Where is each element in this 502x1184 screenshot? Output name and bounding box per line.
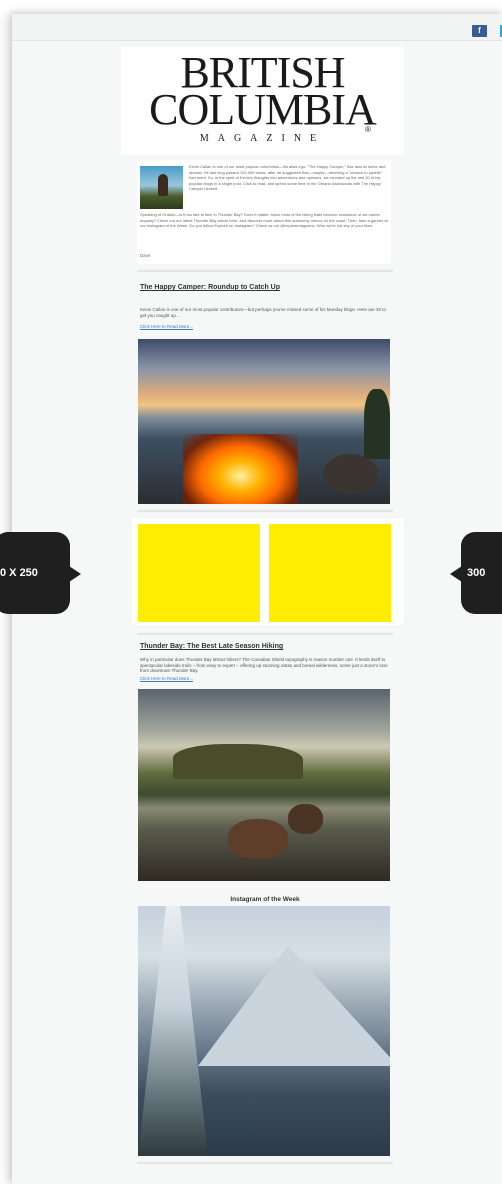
logo-line-magazine: MAGAZINE — [199, 133, 326, 144]
registered-mark: ® — [365, 125, 371, 134]
boulder2 — [288, 804, 323, 834]
mesa — [173, 744, 303, 779]
logo-line-columbia: COLUMBIA — [149, 85, 377, 134]
thunder-bay-lake-photo[interactable] — [138, 689, 390, 881]
magazine-logo[interactable]: BRITISH COLUMBIA MAGAZINE ® — [121, 47, 404, 155]
intro-section: Kevin Callan is one of our most popular … — [137, 160, 391, 264]
author-photo — [140, 166, 183, 209]
divider — [137, 633, 393, 635]
article-title-happy-camper[interactable]: The Happy Camper: Roundup to Catch Up — [140, 284, 280, 291]
mtn — [198, 946, 390, 1066]
read-more-link[interactable]: Click Here to Read More... — [140, 324, 193, 329]
intro-signoff: Dave — [140, 253, 151, 258]
rock — [323, 454, 378, 494]
boulder — [228, 819, 288, 859]
article-title-thunder-bay[interactable]: Thunder Bay: The Best Late Season Hiking — [140, 643, 283, 650]
intro-text-top: Kevin Callan is one of our most popular … — [189, 164, 386, 191]
divider — [137, 1162, 393, 1164]
ad-size-callout-left: 0 X 250 — [0, 532, 81, 614]
campfire-photo[interactable] — [138, 339, 390, 504]
ad-slots — [132, 518, 404, 625]
ad-slot-right[interactable] — [269, 524, 391, 622]
divider — [137, 510, 393, 512]
flame — [183, 434, 298, 504]
read-more-link[interactable]: Click Here to Read More... — [140, 676, 193, 681]
facebook-icon[interactable]: f — [472, 25, 487, 37]
article-body-thunder-bay: Why in particular does Thunder Bay attra… — [140, 657, 388, 673]
ad-slot-left[interactable] — [138, 524, 260, 622]
instagram-title: Instagram of the Week — [230, 896, 300, 903]
ad-size-callout-right: 300 — [450, 532, 502, 614]
tree — [364, 389, 390, 459]
instagram-snow-photo[interactable] — [138, 906, 390, 1156]
divider — [137, 270, 393, 272]
article-body-happy-camper: Kevin Callan is one of our most popular … — [140, 307, 386, 318]
top-bar: f t — [12, 14, 502, 41]
intro-text-bottom: Speaking of Ontario—is it too late to hi… — [140, 212, 388, 228]
